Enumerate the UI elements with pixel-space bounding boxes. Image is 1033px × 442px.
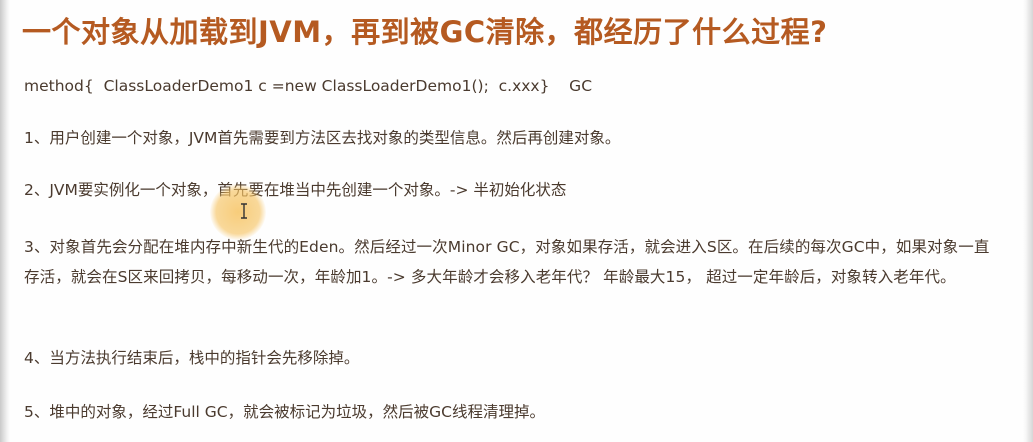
page-title: 一个对象从加载到JVM，再到被GC清除，都经历了什么过程?: [22, 15, 828, 49]
step-4-paragraph: 4、当方法执行结束后，栈中的指针会先移除掉。: [24, 349, 360, 367]
page-left-shadow: [0, 0, 10, 442]
step-2-paragraph: 2、JVM要实例化一个对象，首先要在堆当中先创建一个对象。-> 半初始化状态: [24, 181, 567, 199]
code-snippet: method{ ClassLoaderDemo1 c =new ClassLoa…: [24, 77, 593, 95]
page-right-shadow: [1023, 0, 1033, 442]
step-3-paragraph: 3、对象首先会分配在堆内存中新生代的Eden。然后经过一次Minor GC，对象…: [24, 238, 990, 286]
step-5-paragraph: 5、堆中的对象，经过Full GC，就会被标记为垃圾，然后被GC线程清理掉。: [24, 403, 545, 421]
i-beam-cursor-icon: [241, 203, 247, 219]
step-1-paragraph: 1、用户创建一个对象，JVM首先需要到方法区去找对象的类型信息。然后再创建对象。: [24, 129, 621, 147]
cursor-highlight: [210, 184, 266, 240]
document-page: 一个对象从加载到JVM，再到被GC清除，都经历了什么过程? method{ Cl…: [0, 0, 1033, 442]
